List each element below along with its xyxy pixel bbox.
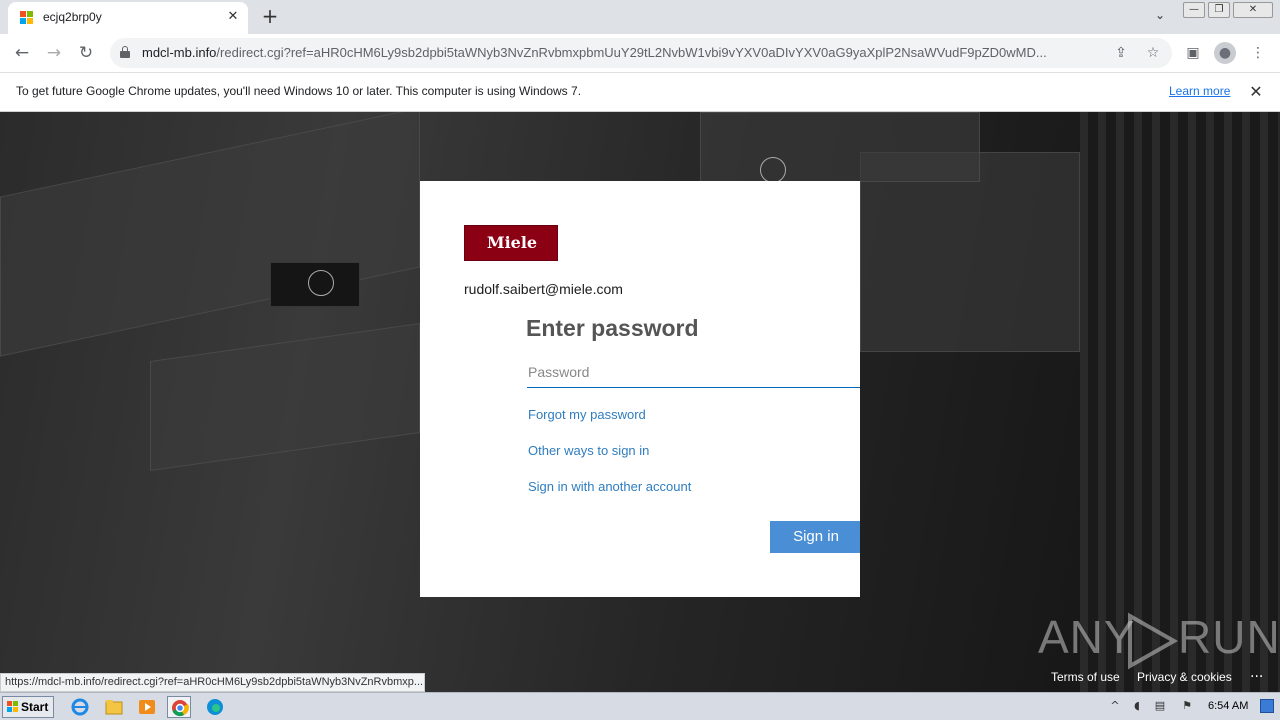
background-stripes: [1080, 112, 1280, 692]
window-close-button[interactable]: ✕: [1233, 2, 1273, 18]
page-background: Miele rudolf.saibert@miele.com Enter pas…: [0, 112, 1280, 692]
sign-in-button[interactable]: Sign in: [770, 521, 860, 553]
windows-flag-icon: [7, 701, 19, 713]
microsoft-logo-icon: [20, 11, 34, 25]
account-email: rudolf.saibert@miele.com: [464, 281, 623, 297]
privacy-cookies-link[interactable]: Privacy & cookies: [1137, 670, 1232, 684]
other-ways-link[interactable]: Other ways to sign in: [528, 443, 649, 458]
file-explorer-icon[interactable]: [102, 696, 126, 718]
background-oven-panel: [860, 152, 1080, 352]
browser-toolbar: ← → ↻ mdcl-mb.info/redirect.cgi?ref=aHR0…: [0, 34, 1280, 72]
background-oven-panel: [700, 112, 980, 182]
forgot-password-link[interactable]: Forgot my password: [528, 407, 646, 422]
side-panel-icon[interactable]: ▣: [1182, 42, 1204, 64]
minimize-button[interactable]: —: [1183, 2, 1205, 18]
media-player-icon[interactable]: [135, 696, 159, 718]
url-text[interactable]: mdcl-mb.info/redirect.cgi?ref=aHR0cHM6Ly…: [142, 45, 1102, 60]
address-bar[interactable]: mdcl-mb.info/redirect.cgi?ref=aHR0cHM6Ly…: [110, 38, 1172, 68]
tray-expand-icon[interactable]: ^: [1108, 699, 1122, 713]
edge-icon[interactable]: [203, 696, 227, 718]
back-icon[interactable]: ←: [10, 41, 34, 65]
lock-icon[interactable]: [120, 46, 130, 58]
background-oven-panel: [0, 112, 420, 357]
tab-strip: ecjq2brp0y ✕ + ⌄ — ❐ ✕: [0, 0, 1280, 34]
start-label: Start: [21, 700, 49, 714]
show-desktop-icon[interactable]: [1260, 699, 1274, 713]
bookmark-star-icon[interactable]: ☆: [1144, 44, 1162, 62]
volume-icon[interactable]: ◖: [1130, 699, 1144, 713]
background-clock-icon: [308, 270, 334, 296]
learn-more-link[interactable]: Learn more: [1169, 84, 1230, 98]
new-tab-button[interactable]: +: [258, 5, 282, 29]
network-icon[interactable]: ▤: [1153, 699, 1167, 713]
start-button[interactable]: Start: [2, 696, 54, 718]
tab-close-icon[interactable]: ✕: [224, 8, 242, 26]
taskbar: Start ^ ◖ ▤ ⚑ 6:54 AM: [0, 692, 1280, 720]
watermark-left: ANY: [1038, 611, 1136, 663]
infobar-close-icon[interactable]: ✕: [1246, 82, 1266, 102]
tab-title: ecjq2brp0y: [43, 10, 102, 24]
miele-logo: Miele: [464, 225, 558, 261]
password-input[interactable]: [527, 356, 860, 388]
more-options-icon[interactable]: ...: [1250, 665, 1263, 681]
url-path: /redirect.cgi?ref=aHR0cHM6Ly9sb2dpbi5taW…: [216, 45, 1047, 60]
action-center-flag-icon[interactable]: ⚑: [1180, 699, 1194, 713]
share-icon[interactable]: ⇪: [1112, 44, 1130, 62]
url-host: mdcl-mb.info: [142, 45, 217, 60]
update-infobar: To get future Google Chrome updates, you…: [0, 72, 1280, 112]
login-card: Miele rudolf.saibert@miele.com Enter pas…: [420, 181, 860, 597]
page-title: Enter password: [526, 315, 699, 341]
chrome-menu-icon[interactable]: ⋮: [1247, 42, 1269, 64]
reload-icon[interactable]: ↻: [74, 41, 98, 65]
watermark-right: RUN: [1178, 611, 1280, 663]
browser-tab[interactable]: ecjq2brp0y ✕: [8, 2, 248, 34]
another-account-link[interactable]: Sign in with another account: [528, 479, 691, 494]
play-logo-icon: [1128, 612, 1179, 670]
taskbar-clock[interactable]: 6:54 AM: [1208, 700, 1248, 712]
ie-icon[interactable]: [68, 696, 92, 718]
terms-of-use-link[interactable]: Terms of use: [1051, 670, 1120, 684]
chrome-taskbar-icon[interactable]: [167, 696, 191, 718]
infobar-message: To get future Google Chrome updates, you…: [16, 84, 582, 98]
restore-button[interactable]: ❐: [1208, 2, 1230, 18]
status-bar-url: https://mdcl-mb.info/redirect.cgi?ref=aH…: [0, 673, 425, 692]
forward-icon[interactable]: →: [42, 41, 66, 65]
background-oven-panel: [150, 323, 420, 471]
background-clock-icon: [760, 157, 786, 183]
profile-avatar-icon[interactable]: ●: [1214, 42, 1236, 64]
tab-search-icon[interactable]: ⌄: [1150, 8, 1170, 26]
